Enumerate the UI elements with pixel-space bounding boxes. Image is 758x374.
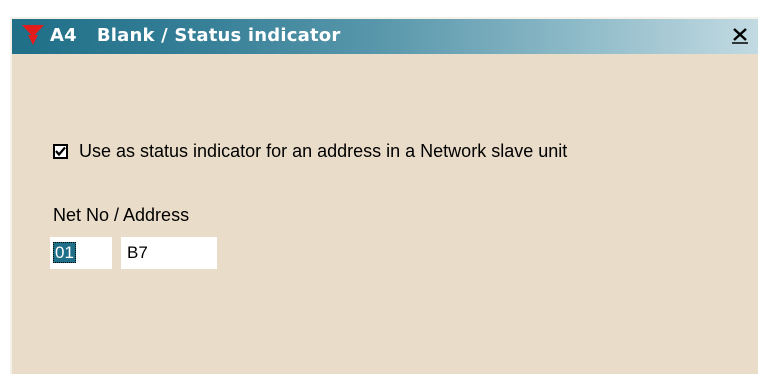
net-address-label: Net No / Address — [53, 205, 190, 225]
status-indicator-checkbox[interactable] — [53, 144, 68, 159]
status-indicator-label[interactable]: Use as status indicator for an address i… — [79, 141, 567, 162]
close-button[interactable] — [730, 26, 750, 45]
status-indicator-row: Use as status indicator for an address i… — [53, 141, 567, 162]
red-triangle-logo-icon — [22, 25, 44, 45]
net-no-value: 01 — [53, 242, 76, 263]
window-title: A4 Blank / Status indicator — [50, 25, 340, 47]
address-field[interactable]: B7 — [121, 237, 217, 269]
net-no-field[interactable]: 01 — [50, 237, 112, 269]
address-value: B7 — [127, 243, 148, 262]
close-icon — [732, 28, 748, 44]
title-bar[interactable]: A4 Blank / Status indicator — [12, 19, 758, 54]
window-title-text: Blank / Status indicator — [96, 25, 341, 46]
checkmark-icon — [55, 146, 66, 157]
dialog-window: A4 Blank / Status indicator Use as status… — [10, 17, 758, 374]
window-code: A4 — [50, 25, 77, 46]
